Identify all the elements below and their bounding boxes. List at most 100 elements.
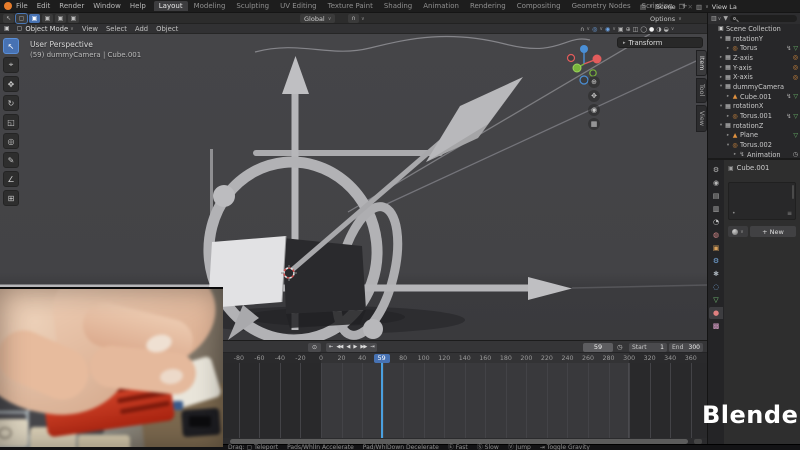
prev-keyframe-button[interactable]: ◀◀	[336, 344, 342, 350]
next-keyframe-button[interactable]: ▶▶	[360, 344, 366, 350]
new-material-button[interactable]: + New	[750, 226, 796, 237]
active-tool-icon[interactable]: ↖	[3, 14, 14, 23]
select-mode-extend-icon[interactable]: ▣	[42, 14, 53, 23]
tab-view-layer[interactable]: ▥	[709, 203, 723, 215]
outliner-search-input[interactable]	[730, 15, 797, 22]
snap-magnet-icon[interactable]: ∩	[348, 14, 359, 23]
perspective-toggle[interactable]: ▦	[588, 118, 600, 130]
tab-output[interactable]: ▤	[709, 190, 723, 202]
outliner-item-z-axis[interactable]: ▸▦Z-axis◎	[708, 53, 800, 63]
show-overlays-icon[interactable]: ⊕	[626, 26, 631, 33]
playhead-frame-badge[interactable]: 59	[374, 354, 390, 363]
jump-to-start-button[interactable]: ⇤	[329, 344, 332, 350]
move-tool[interactable]: ✥	[3, 76, 19, 92]
workspace-tab-layout[interactable]: Layout	[154, 1, 188, 11]
workspace-tab-shading[interactable]: Shading	[379, 1, 417, 11]
tab-world[interactable]: ◍	[709, 229, 723, 241]
tab-material[interactable]: ●	[709, 307, 723, 319]
outliner-item-rotationz[interactable]: ▾▦rotationZ	[708, 121, 800, 131]
options-dropdown[interactable]: Options ∨	[646, 14, 686, 23]
frame-end-field[interactable]: End300	[669, 343, 703, 352]
pan-control[interactable]: ✥	[588, 90, 600, 102]
cursor-tool[interactable]: ⌖	[3, 57, 19, 73]
slot-menu-icon[interactable]: ≡	[787, 210, 792, 217]
menu-file[interactable]: File	[16, 2, 28, 10]
play-reverse-button[interactable]: ◀	[346, 344, 349, 350]
material-preview-icon[interactable]: ◑	[656, 26, 661, 33]
mode-dropdown[interactable]: Object Mode	[25, 25, 68, 33]
outliner-item-torus-001[interactable]: ▸◎Torus.001↯▽	[708, 111, 800, 121]
outliner-item-y-axis[interactable]: ▸▦Y-axis◎	[708, 63, 800, 73]
transform-orientation-dropdown[interactable]: Global ∨	[300, 14, 335, 23]
outliner-item-rotationy[interactable]: ▾▦rotationY	[708, 34, 800, 44]
editor-type-icon[interactable]: ▣	[4, 25, 10, 32]
rotate-tool[interactable]: ↻	[3, 95, 19, 111]
sidebar-tab-tool[interactable]: Tool	[696, 78, 707, 102]
viewport-menu-view[interactable]: View	[82, 25, 98, 33]
scene-selector[interactable]: Scene	[656, 3, 676, 11]
material-slot-list[interactable]: • ≡	[728, 182, 796, 220]
viewport-menu-add[interactable]: Add	[135, 25, 148, 33]
torus-object-icon[interactable]: ◎	[793, 74, 798, 81]
jump-to-end-button[interactable]: ⇥	[370, 344, 373, 350]
outliner-display-mode-dropdown[interactable]: ▥ ∨	[711, 15, 721, 22]
outliner-item-scene-collection[interactable]: ▣Scene Collection	[708, 24, 800, 34]
mesh-data-icon[interactable]: ▽	[793, 45, 798, 52]
workspace-tab-sculpting[interactable]: Sculpting	[231, 1, 274, 11]
scale-tool[interactable]: ◱	[3, 114, 19, 130]
solid-shading-icon[interactable]: ●	[649, 26, 654, 33]
annotate-tool[interactable]: ✎	[3, 152, 19, 168]
view-layer-selector[interactable]: View La	[712, 3, 737, 11]
mesh-data-icon[interactable]: ▽	[793, 93, 798, 100]
select-mode-subtract-icon[interactable]: ▣	[55, 14, 66, 23]
current-frame-field[interactable]: 59	[583, 343, 613, 352]
toggle-xray-icon[interactable]: ◫	[633, 26, 639, 33]
select-mode-intersect-icon[interactable]: ▣	[68, 14, 79, 23]
frame-start-field[interactable]: Start1	[629, 343, 667, 352]
tab-object-data[interactable]: ▽	[709, 294, 723, 306]
menu-window[interactable]: Window	[93, 2, 121, 10]
add-cube-tool[interactable]: ⊞	[3, 190, 19, 206]
transform-tool[interactable]: ◎	[3, 133, 19, 149]
animation-data-icon[interactable]: ↯	[786, 113, 791, 120]
new-scene-icon[interactable]: ❐	[679, 3, 685, 11]
play-button[interactable]: ▶	[353, 344, 356, 350]
camera-view-control[interactable]: ◉	[588, 104, 600, 116]
sidebar-tab-item[interactable]: Item	[696, 50, 707, 76]
browse-material-dropdown[interactable]: ∨	[728, 226, 748, 237]
workspace-tab-modeling[interactable]: Modeling	[189, 1, 231, 11]
tab-texture[interactable]: ▩	[709, 320, 723, 332]
wireframe-shading-icon[interactable]: ◯	[640, 26, 647, 33]
tab-physics[interactable]: ◌	[709, 281, 723, 293]
menu-help[interactable]: Help	[130, 2, 146, 10]
outliner-filter-button[interactable]: ▼	[723, 15, 728, 22]
sidebar-tab-view[interactable]: View	[696, 105, 707, 132]
playhead[interactable]	[381, 363, 383, 438]
outliner-item-torus[interactable]: ▸◎Torus↯▽	[708, 43, 800, 53]
show-gizmo-icon[interactable]: ▣	[618, 26, 624, 33]
torus-object-icon[interactable]: ◎	[793, 64, 798, 71]
blender-logo-icon[interactable]	[4, 2, 12, 10]
animation-data-icon[interactable]: ↯	[786, 45, 791, 52]
pivot-point-icon[interactable]: ◉	[605, 26, 610, 33]
viewport-menu-object[interactable]: Object	[156, 25, 178, 33]
outliner-item-x-axis[interactable]: ▸▦X-axis◎	[708, 72, 800, 82]
unlink-scene-icon[interactable]: ✕	[687, 3, 692, 11]
workspace-tab-rendering[interactable]: Rendering	[465, 1, 511, 11]
rendered-shading-icon[interactable]: ◒	[664, 26, 669, 33]
navigation-gizmo[interactable]	[566, 42, 606, 86]
tab-render[interactable]: ◉	[709, 177, 723, 189]
tab-particles[interactable]: ✱	[709, 268, 723, 280]
select-mode-new-icon[interactable]: ▣	[29, 14, 40, 23]
torus-object-icon[interactable]: ◎	[793, 54, 798, 61]
measure-tool[interactable]: ∠	[3, 171, 19, 187]
animation-data-icon[interactable]: ↯	[786, 93, 791, 100]
proportional-editing-icon[interactable]: ◎	[592, 26, 597, 33]
tab-tool[interactable]: ⚙	[709, 164, 723, 176]
select-box-tool-icon[interactable]: ▢	[16, 14, 27, 23]
tab-modifiers[interactable]: ⚙	[709, 255, 723, 267]
outliner-item-torus-002[interactable]: ▾◎Torus.002	[708, 140, 800, 150]
zoom-control[interactable]: ⊕	[588, 76, 600, 88]
snap-magnet-icon[interactable]: ∩	[580, 26, 584, 33]
viewport-menu-select[interactable]: Select	[106, 25, 127, 33]
